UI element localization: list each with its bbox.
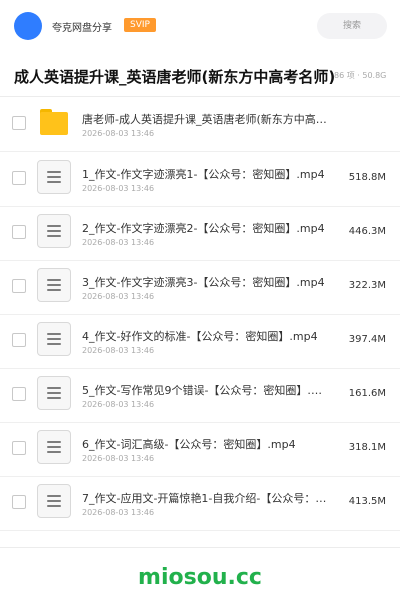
file-date: 2026-08-03 13:46 — [82, 508, 155, 517]
avatar[interactable] — [14, 12, 42, 40]
file-size: 413.5M — [348, 496, 386, 507]
list-item[interactable]: 6_作文-词汇高级-【公众号：密知圈】.mp4 2026-08-03 13:46… — [0, 422, 400, 477]
divider — [0, 547, 400, 548]
file-size: 318.1M — [348, 442, 386, 453]
page-title: 成人英语提升课_英语唐老师(新东方中高考名师) — [14, 68, 336, 86]
file-date: 2026-08-03 13:46 — [82, 454, 155, 463]
file-name: 1_作文-作文字迹漂亮1-【公众号：密知圈】.mp4 — [82, 168, 325, 181]
list-item[interactable]: 唐老师-成人英语提升课_英语唐老师(新东方中高考名师) 2026-08-03 1… — [0, 97, 400, 152]
file-date: 2026-08-03 13:46 — [82, 238, 155, 247]
list-item[interactable]: 5_作文-写作常见9个错误-【公众号：密知圈】.mp4 2026-08-03 1… — [0, 368, 400, 423]
row-checkbox[interactable] — [12, 171, 26, 185]
file-name: 5_作文-写作常见9个错误-【公众号：密知圈】.mp4 — [82, 384, 332, 397]
folder-header: 成人英语提升课_英语唐老师(新东方中高考名师) 86 项 · 50.8G — [0, 62, 400, 90]
file-size: 322.3M — [348, 280, 386, 291]
user-name: 夸克网盘分享 — [52, 23, 112, 34]
file-name: 2_作文-作文字迹漂亮2-【公众号：密知圈】.mp4 — [82, 222, 325, 235]
file-date: 2026-08-03 13:46 — [82, 292, 155, 301]
list-item[interactable]: 3_作文-作文字迹漂亮3-【公众号：密知圈】.mp4 2026-08-03 13… — [0, 260, 400, 315]
folder-icon — [40, 109, 68, 135]
row-checkbox[interactable] — [12, 495, 26, 509]
file-name: 4_作文-好作文的标准-【公众号：密知圈】.mp4 — [82, 330, 318, 343]
document-icon — [37, 376, 71, 410]
top-bar: 夸克网盘分享 SVIP 搜索 — [0, 0, 400, 52]
file-date: 2026-08-03 13:46 — [82, 184, 155, 193]
document-icon — [37, 484, 71, 518]
file-name: 3_作文-作文字迹漂亮3-【公众号：密知圈】.mp4 — [82, 276, 325, 289]
document-icon — [37, 160, 71, 194]
document-icon — [37, 322, 71, 356]
document-icon — [37, 430, 71, 464]
file-name: 7_作文-应用文-开篇惊艳1-自我介绍-【公众号：密知圈】.mp4 — [82, 492, 332, 505]
file-size: 161.6M — [348, 388, 386, 399]
list-item[interactable]: 7_作文-应用文-开篇惊艳1-自我介绍-【公众号：密知圈】.mp4 2026-0… — [0, 476, 400, 531]
row-checkbox[interactable] — [12, 441, 26, 455]
list-item[interactable]: 2_作文-作文字迹漂亮2-【公众号：密知圈】.mp4 2026-08-03 13… — [0, 206, 400, 261]
row-checkbox[interactable] — [12, 387, 26, 401]
row-checkbox[interactable] — [12, 333, 26, 347]
list-item[interactable]: 1_作文-作文字迹漂亮1-【公众号：密知圈】.mp4 2026-08-03 13… — [0, 152, 400, 207]
document-icon — [37, 214, 71, 248]
file-size: 397.4M — [348, 334, 386, 345]
file-size: 446.3M — [348, 226, 386, 237]
watermark: miosou.cc — [138, 565, 262, 590]
file-size: 518.8M — [348, 172, 386, 183]
list-item[interactable]: 4_作文-好作文的标准-【公众号：密知圈】.mp4 2026-08-03 13:… — [0, 314, 400, 369]
svip-badge: SVIP — [124, 18, 156, 32]
row-checkbox[interactable] — [12, 116, 26, 130]
folder-meta: 86 项 · 50.8G — [334, 71, 387, 80]
file-name: 唐老师-成人英语提升课_英语唐老师(新东方中高考名师) — [82, 113, 332, 126]
file-date: 2026-08-03 13:46 — [82, 400, 155, 409]
row-checkbox[interactable] — [12, 279, 26, 293]
row-checkbox[interactable] — [12, 225, 26, 239]
file-date: 2026-08-03 13:46 — [82, 346, 155, 355]
file-date: 2026-08-03 13:46 — [82, 129, 155, 138]
file-name: 6_作文-词汇高级-【公众号：密知圈】.mp4 — [82, 438, 296, 451]
document-icon — [37, 268, 71, 302]
search-input[interactable]: 搜索 — [317, 13, 387, 39]
